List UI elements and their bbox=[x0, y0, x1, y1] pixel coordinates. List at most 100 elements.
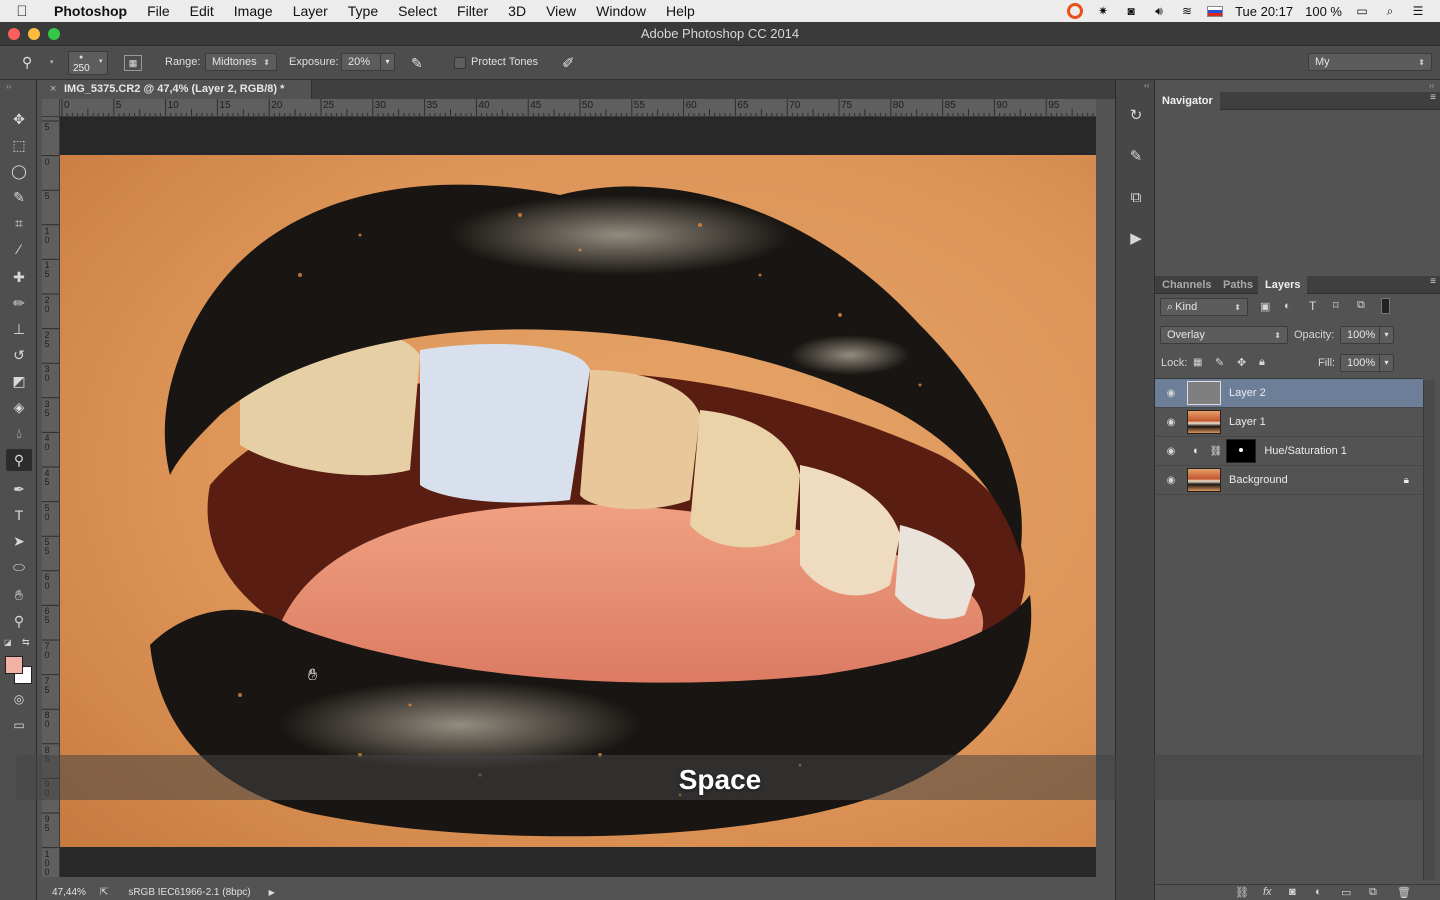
healing-brush-tool-icon[interactable]: ✚ bbox=[6, 266, 32, 288]
preset-arrow-icon[interactable]: ▾ bbox=[50, 58, 54, 66]
brush-presets-panel-icon[interactable]: ✎ bbox=[1123, 143, 1149, 169]
marquee-tool-icon[interactable]: ⬚ bbox=[6, 134, 32, 156]
blend-mode-select[interactable]: Overlay ⬍ bbox=[1160, 326, 1288, 344]
menu-view[interactable]: View bbox=[536, 3, 586, 19]
layer-row-background[interactable]: ◉ Background 🔒︎ bbox=[1155, 466, 1423, 495]
backup-icon[interactable]: ◙ bbox=[1123, 4, 1139, 18]
lock-all-icon[interactable]: 🔒︎ bbox=[1259, 356, 1265, 369]
input-source-flag-icon[interactable] bbox=[1207, 5, 1224, 17]
quick-select-tool-icon[interactable]: ✎ bbox=[6, 186, 32, 208]
delete-layer-trash-icon[interactable]: 🗑︎ bbox=[1397, 886, 1411, 899]
brush-panel-icon[interactable]: ▦ bbox=[124, 55, 142, 71]
navigator-menu-icon[interactable]: ≡ bbox=[1430, 92, 1436, 103]
menu-layer[interactable]: Layer bbox=[283, 3, 338, 19]
exposure-input[interactable]: 20% ▾ bbox=[341, 53, 395, 71]
zoom-window-button[interactable] bbox=[48, 28, 60, 40]
add-mask-icon[interactable]: ◙ bbox=[1289, 886, 1296, 898]
clock[interactable]: Tue 20:17 bbox=[1235, 4, 1293, 19]
opacity-dropdown-icon[interactable]: ▾ bbox=[1379, 327, 1393, 343]
lock-transparent-icon[interactable]: ▦ bbox=[1193, 357, 1202, 368]
foreground-color-swatch[interactable] bbox=[5, 656, 23, 674]
eraser-tool-icon[interactable]: ◩ bbox=[6, 370, 32, 392]
default-colors-icon[interactable]: ◪ bbox=[4, 638, 12, 647]
path-selection-tool-icon[interactable]: ➤ bbox=[6, 530, 32, 552]
mask-link-icon[interactable]: ⛓ bbox=[1210, 446, 1223, 457]
brush-tool-icon[interactable]: ✏ bbox=[6, 292, 32, 314]
filter-toggle-icon[interactable] bbox=[1381, 298, 1390, 314]
layer-row-layer-2[interactable]: ◉ Layer 2 bbox=[1155, 379, 1423, 408]
spotlight-search-icon[interactable]: ⌕ bbox=[1382, 4, 1398, 18]
panels-collapse-icon[interactable]: ›› bbox=[1429, 81, 1434, 90]
exposure-dropdown-icon[interactable]: ▾ bbox=[380, 54, 394, 70]
blur-tool-icon[interactable]: 💧︎ bbox=[6, 422, 32, 444]
tab-channels[interactable]: Channels bbox=[1155, 276, 1219, 294]
layer-mask-thumbnail[interactable] bbox=[1226, 439, 1257, 463]
tab-paths[interactable]: Paths bbox=[1216, 276, 1260, 294]
layer-name[interactable]: Hue/Saturation 1 bbox=[1264, 445, 1347, 457]
visibility-eye-icon[interactable]: ◉ bbox=[1163, 475, 1179, 486]
layer-name[interactable]: Layer 2 bbox=[1229, 387, 1266, 399]
wifi-icon[interactable]: ≋ bbox=[1179, 4, 1195, 18]
menu-file[interactable]: File bbox=[137, 3, 180, 19]
clone-stamp-tool-icon[interactable]: ⊥ bbox=[6, 318, 32, 340]
close-document-icon[interactable]: × bbox=[50, 80, 56, 99]
apple-menu-icon[interactable]:  bbox=[0, 3, 44, 20]
volume-icon[interactable]: 🔊︎ bbox=[1151, 4, 1167, 18]
photo-image[interactable] bbox=[60, 155, 1096, 847]
hand-tool-icon[interactable]: ✋︎ bbox=[6, 584, 32, 606]
screen-mode-icon[interactable]: ▭ bbox=[6, 714, 32, 736]
visibility-eye-icon[interactable]: ◉ bbox=[1163, 417, 1179, 428]
brightness-icon[interactable]: ✷ bbox=[1095, 4, 1111, 18]
status-app-icon[interactable] bbox=[1067, 3, 1084, 19]
menu-window[interactable]: Window bbox=[586, 3, 656, 19]
share-icon[interactable]: ⇱ bbox=[100, 887, 108, 898]
opacity-input[interactable]: 100% ▾ bbox=[1340, 326, 1394, 344]
layer-row-hue-saturation-1[interactable]: ◉ ◐ ⛓ Hue/Saturation 1 bbox=[1155, 437, 1423, 466]
new-adjustment-icon[interactable]: ◐ bbox=[1315, 886, 1322, 898]
layer-name[interactable]: Layer 1 bbox=[1229, 416, 1266, 428]
filter-type-icon[interactable]: T bbox=[1309, 299, 1316, 313]
fill-dropdown-icon[interactable]: ▾ bbox=[1379, 355, 1393, 371]
layer-style-fx-icon[interactable]: fx bbox=[1263, 886, 1272, 898]
filter-pixel-icon[interactable]: ▣ bbox=[1260, 300, 1270, 313]
move-tool-icon[interactable]: ✥ bbox=[6, 108, 32, 130]
protect-tones-checkbox[interactable] bbox=[454, 57, 466, 69]
lock-image-icon[interactable]: ✎ bbox=[1215, 356, 1224, 369]
status-menu-arrow-icon[interactable]: ▶ bbox=[269, 888, 275, 897]
lasso-tool-icon[interactable]: ◯ bbox=[6, 160, 32, 182]
history-brush-tool-icon[interactable]: ↺ bbox=[6, 344, 32, 366]
filter-shape-icon[interactable]: ⌑ bbox=[1333, 299, 1339, 312]
ruler-origin[interactable] bbox=[42, 99, 60, 117]
layer-filter-select[interactable]: ⌕ Kind ⬍ bbox=[1160, 298, 1248, 316]
horizontal-ruler[interactable]: 0 5 10 15 20 25 30 35 40 45 50 55 60 65 70 75 80 85 90 95 bbox=[60, 99, 1096, 117]
zoom-level[interactable]: 47,44% bbox=[52, 887, 86, 898]
brush-preset-picker[interactable]: ● 250 ▾ bbox=[68, 51, 108, 75]
link-layers-icon[interactable]: ⛓ bbox=[1235, 886, 1249, 899]
close-window-button[interactable] bbox=[8, 28, 20, 40]
new-group-folder-icon[interactable]: ▭ bbox=[1341, 886, 1351, 899]
tab-navigator[interactable]: Navigator bbox=[1155, 92, 1220, 110]
new-layer-icon[interactable]: ⧉ bbox=[1369, 886, 1377, 899]
menu-image[interactable]: Image bbox=[224, 3, 283, 19]
menu-edit[interactable]: Edit bbox=[180, 3, 224, 19]
range-select[interactable]: Midtones ⬍ bbox=[205, 53, 277, 71]
crop-tool-icon[interactable]: ⌗ bbox=[6, 212, 32, 234]
eyedropper-tool-icon[interactable]: ⁄ bbox=[6, 238, 32, 260]
layers-menu-icon[interactable]: ≡ bbox=[1430, 276, 1436, 287]
menu-app[interactable]: Photoshop bbox=[44, 3, 137, 19]
lock-position-icon[interactable]: ✥ bbox=[1237, 356, 1246, 369]
zoom-tool-icon[interactable]: ⚲ bbox=[6, 610, 32, 632]
battery-percent[interactable]: 100 % bbox=[1305, 4, 1342, 19]
menu-select[interactable]: Select bbox=[388, 3, 447, 19]
dodge-tool-preset-icon[interactable]: ⚲ bbox=[22, 54, 32, 71]
filter-adjustment-icon[interactable]: ◐ bbox=[1284, 300, 1291, 312]
menu-3d[interactable]: 3D bbox=[498, 3, 536, 19]
actions-play-icon[interactable]: ▶ bbox=[1123, 225, 1149, 251]
type-tool-icon[interactable]: T bbox=[6, 504, 32, 526]
layer-row-layer-1[interactable]: ◉ Layer 1 bbox=[1155, 408, 1423, 437]
layers-scrollbar[interactable] bbox=[1423, 380, 1435, 880]
history-panel-icon[interactable]: ↻ bbox=[1123, 102, 1149, 128]
workspace-select[interactable]: My ⬍ bbox=[1308, 53, 1432, 71]
toolbar-collapse-icon[interactable]: ›› bbox=[6, 82, 11, 91]
menu-filter[interactable]: Filter bbox=[447, 3, 498, 19]
